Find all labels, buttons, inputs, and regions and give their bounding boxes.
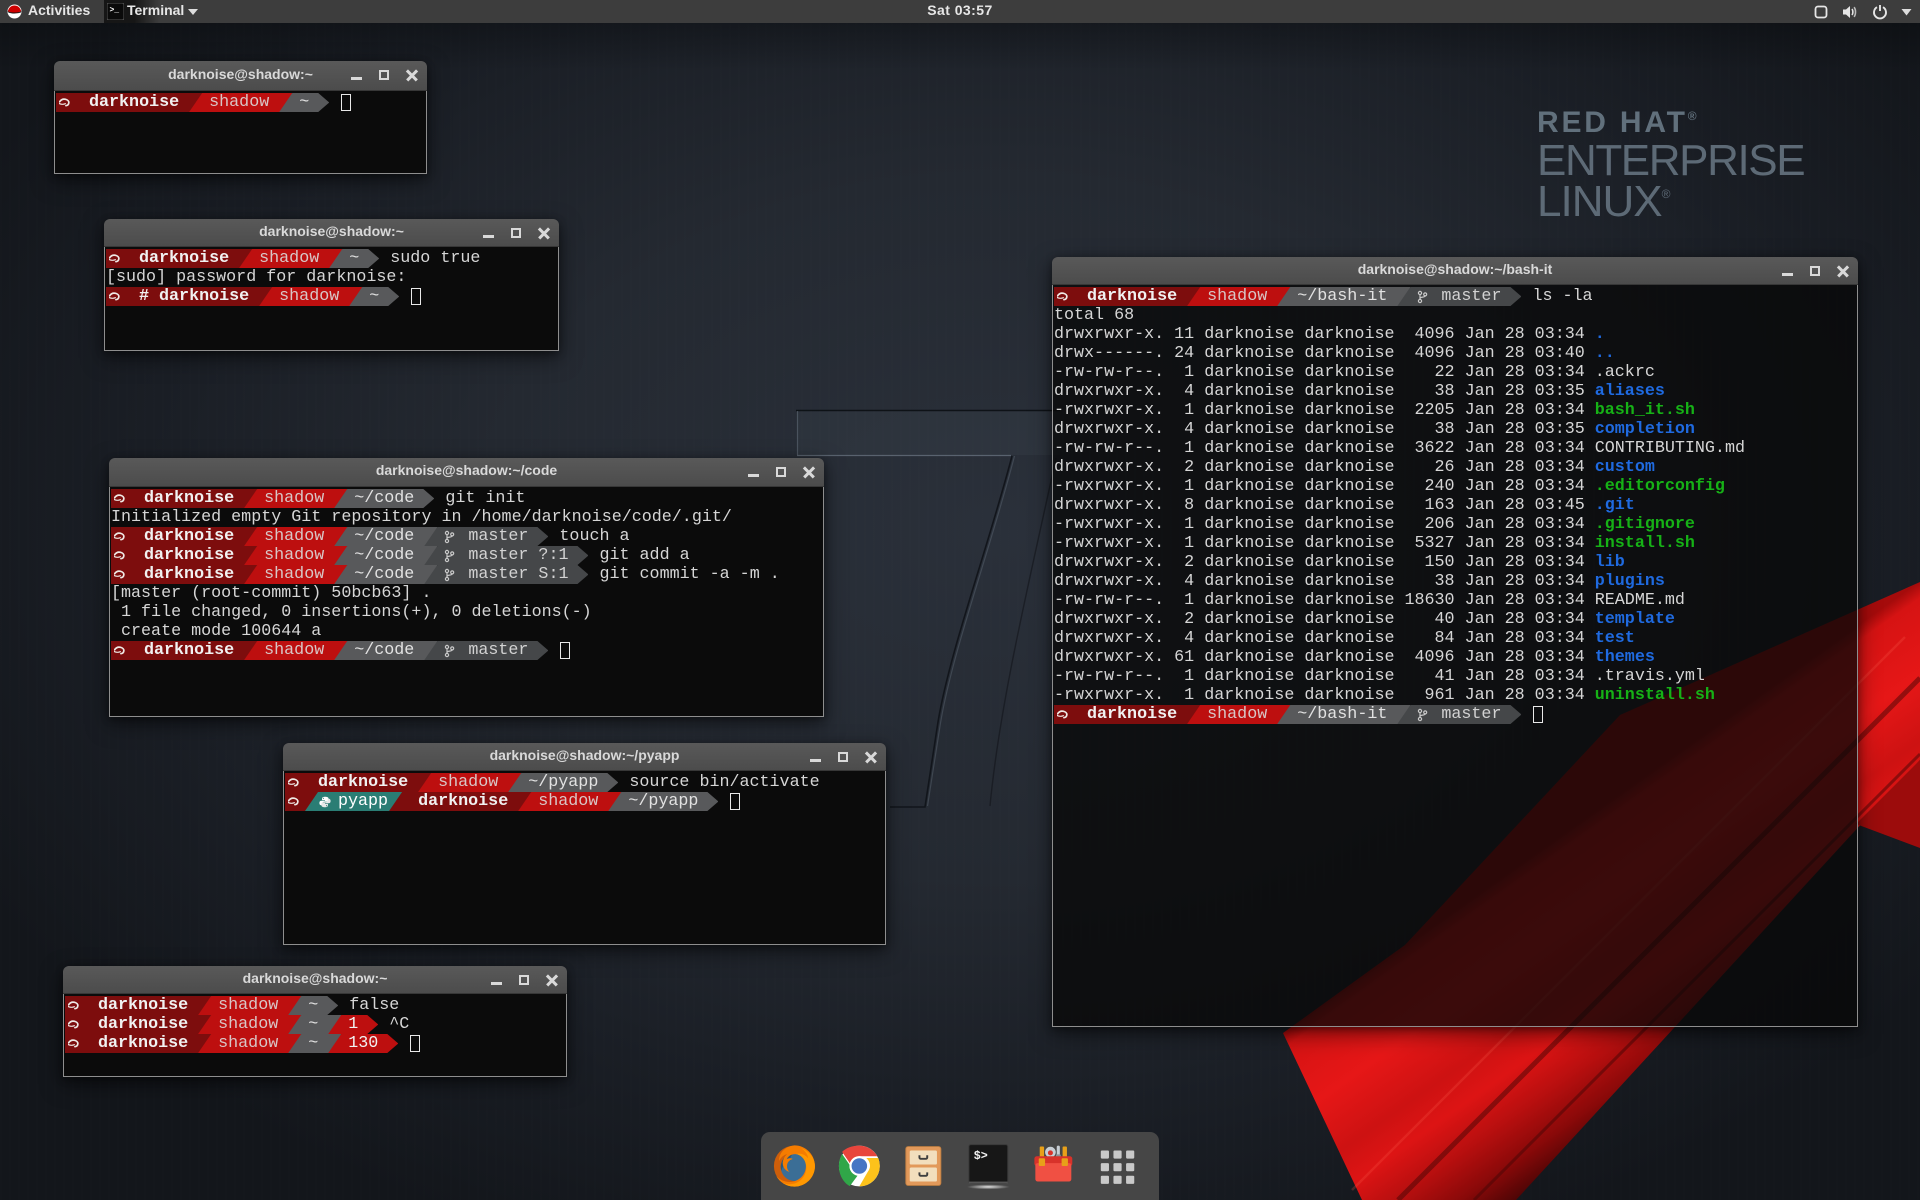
svg-text:$>: $>: [974, 1149, 988, 1163]
